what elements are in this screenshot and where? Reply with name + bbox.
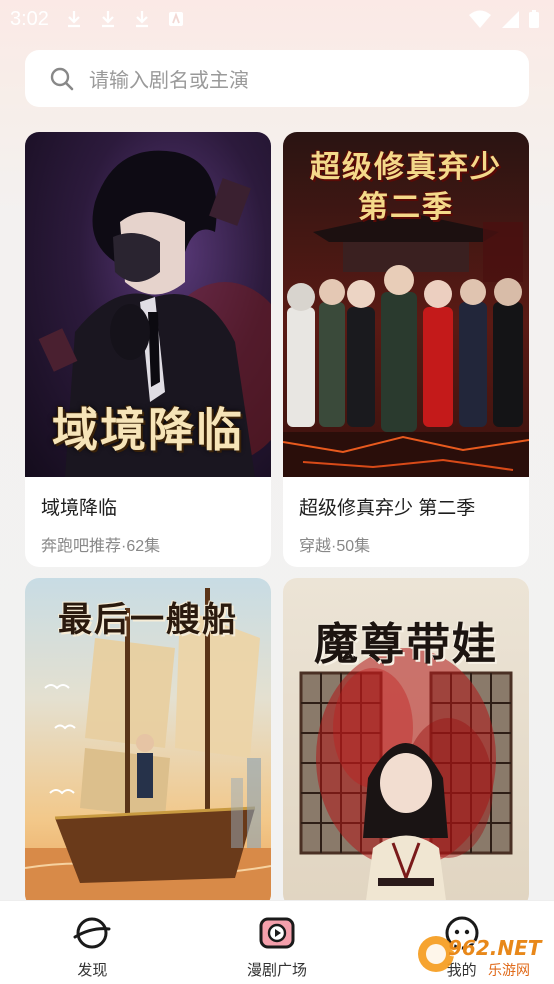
watermark-subtext: 乐游网 (488, 963, 530, 979)
drama-info: 域境降临 奔跑吧推荐·62集 (25, 477, 271, 567)
search-bar[interactable]: 请输入剧名或主演 (25, 50, 529, 107)
download-icon (135, 11, 148, 28)
nav-item-discover[interactable]: 发现 (12, 913, 172, 980)
drama-card[interactable]: 最后一艘船 (25, 578, 271, 908)
drama-meta: 穿越·50集 (299, 538, 371, 555)
cover-title-text: 超级修真弃少 (310, 150, 502, 185)
drama-cover[interactable]: 超级修真弃少 第二季 (283, 132, 529, 477)
drama-cover[interactable]: 最后一艘船 (25, 578, 271, 908)
signal-icon (502, 11, 519, 28)
drama-card[interactable]: 域境降临 域境降临 奔跑吧推荐·62集 (25, 132, 271, 567)
watermark-text: 962.NET (448, 936, 542, 960)
download-icon (67, 11, 80, 28)
drama-card[interactable]: 魔尊带娃 (283, 578, 529, 908)
download-icon (101, 11, 114, 28)
search-icon (50, 67, 74, 90)
search-input[interactable]: 请输入剧名或主演 (89, 64, 249, 93)
status-time: 3:02 (10, 7, 49, 30)
app-icon (168, 12, 183, 26)
battery-icon (529, 10, 539, 28)
drama-info: 超级修真弃少 第二季 穿越·50集 (283, 477, 529, 567)
nav-item-drama-square[interactable]: 漫剧广场 (197, 913, 357, 980)
play-square-icon (259, 917, 295, 949)
drama-card[interactable]: 超级修真弃少 第二季 超级修真弃少 第二季 穿越·50集 (283, 132, 529, 567)
cover-title-text: 最后一艘船 (58, 600, 238, 640)
cover-title-text: 域境降临 (52, 403, 244, 457)
watermark-logo: 962.NET 乐游网 (414, 934, 550, 980)
discover-icon (73, 917, 111, 949)
drama-title[interactable]: 超级修真弃少 第二季 (299, 493, 513, 520)
drama-cover[interactable]: 魔尊带娃 (283, 578, 529, 908)
nav-label: 漫剧广场 (246, 962, 307, 979)
cover-title-text: 魔尊带娃 (314, 619, 498, 670)
drama-cover[interactable]: 域境降临 (25, 132, 271, 477)
wifi-icon (469, 10, 491, 28)
status-bar: 3:02 (0, 0, 554, 38)
drama-meta: 奔跑吧推荐·62集 (41, 538, 161, 555)
drama-title[interactable]: 域境降临 (41, 493, 255, 520)
nav-label: 发现 (77, 962, 108, 979)
cover-subtitle-text: 第二季 (358, 190, 454, 225)
